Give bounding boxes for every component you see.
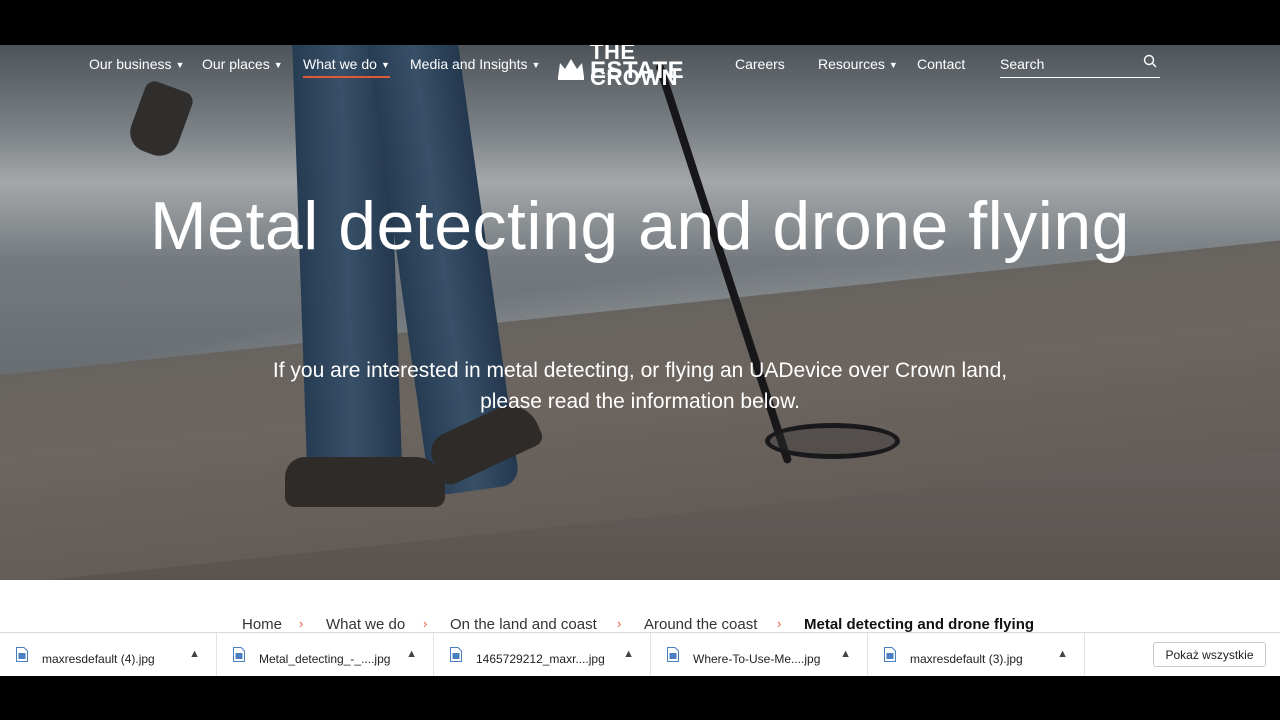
breadcrumb-separator-icon: › bbox=[617, 616, 622, 631]
nav-item-label: Our business bbox=[89, 56, 172, 72]
download-file-name: maxresdefault (3).jpg bbox=[910, 652, 1023, 666]
breadcrumb-current: Metal detecting and drone flying bbox=[804, 616, 1035, 633]
image-file-icon bbox=[884, 647, 896, 662]
nav-item-contact[interactable]: Contact bbox=[917, 55, 965, 73]
breadcrumb-separator-icon: › bbox=[299, 616, 304, 631]
logo-text-line2: ESTATE bbox=[590, 57, 685, 84]
nav-item-what-we-do[interactable]: What we do ▼ bbox=[303, 55, 390, 78]
download-item[interactable]: maxresdefault (4).jpg ▲ bbox=[0, 633, 217, 676]
hero-banner: Our business ▼ Our places ▼ What we do ▼ Me… bbox=[0, 45, 1280, 580]
breadcrumb-separator-icon: › bbox=[777, 616, 782, 631]
chevron-up-icon[interactable]: ▲ bbox=[1057, 648, 1068, 660]
page-intro: If you are interested in metal detecting… bbox=[272, 359, 1008, 413]
chevron-up-icon[interactable]: ▲ bbox=[840, 648, 851, 660]
chevron-down-icon: ▼ bbox=[888, 60, 898, 70]
chevron-up-icon[interactable]: ▲ bbox=[406, 648, 417, 660]
nav-item-label: What we do bbox=[303, 56, 377, 72]
nav-item-label: Our places bbox=[202, 56, 270, 72]
crown-icon bbox=[558, 59, 584, 80]
breadcrumb-separator-icon: › bbox=[423, 616, 428, 631]
page-title: Metal detecting and drone flying bbox=[150, 188, 1130, 264]
nav-item-label: Careers bbox=[735, 56, 785, 72]
nav-item-media-and-insights[interactable]: Media and Insights ▼ bbox=[410, 55, 540, 74]
download-file-name: 1465729212_maxr....jpg bbox=[476, 652, 605, 666]
search-icon[interactable] bbox=[1142, 54, 1158, 70]
nav-item-label: Resources bbox=[818, 56, 885, 72]
nav-item-our-places[interactable]: Our places ▼ bbox=[202, 55, 283, 74]
nav-item-label: Contact bbox=[917, 56, 966, 72]
breadcrumb-item-what-we-do[interactable]: What we do bbox=[326, 616, 405, 633]
chevron-down-icon: ▼ bbox=[531, 60, 541, 70]
download-file-name: maxresdefault (4).jpg bbox=[42, 652, 155, 666]
chevron-up-icon[interactable]: ▲ bbox=[189, 648, 200, 660]
browser-viewport: Our business ▼ Our places ▼ What we do ▼ Me… bbox=[0, 45, 1280, 675]
show-all-downloads-button[interactable]: Pokaż wszystkie bbox=[1153, 642, 1266, 667]
search-input[interactable] bbox=[1000, 53, 1130, 75]
hero-overlay bbox=[0, 45, 1280, 580]
download-item[interactable]: 1465729212_maxr....jpg ▲ bbox=[434, 633, 651, 676]
download-item[interactable]: Metal_detecting_-_....jpg ▲ bbox=[217, 633, 434, 676]
breadcrumb-item-on-the-land-and-coast[interactable]: On the land and coast bbox=[450, 616, 597, 633]
nav-item-resources[interactable]: Resources ▼ bbox=[818, 55, 898, 74]
breadcrumb-item-around-the-coast[interactable]: Around the coast bbox=[644, 616, 757, 633]
download-item[interactable]: maxresdefault (3).jpg ▲ bbox=[868, 633, 1085, 676]
main-navigation: Our business ▼ Our places ▼ What we do ▼ Me… bbox=[0, 45, 1280, 90]
search-box bbox=[1000, 53, 1160, 78]
download-file-name: Metal_detecting_-_....jpg bbox=[259, 652, 391, 666]
image-file-icon bbox=[233, 647, 245, 662]
image-file-icon bbox=[16, 647, 28, 662]
chevron-up-icon[interactable]: ▲ bbox=[623, 648, 634, 660]
chevron-down-icon: ▼ bbox=[273, 60, 283, 70]
image-file-icon bbox=[667, 647, 679, 662]
download-item[interactable]: Where-To-Use-Me....jpg ▲ bbox=[651, 633, 868, 676]
chevron-down-icon: ▼ bbox=[380, 60, 390, 70]
nav-item-label: Media and Insights bbox=[410, 56, 528, 72]
breadcrumb-item-home[interactable]: Home bbox=[242, 616, 282, 633]
download-bar: maxresdefault (4).jpg ▲ Metal_detecting_… bbox=[0, 632, 1280, 676]
image-file-icon bbox=[450, 647, 462, 662]
crown-estate-logo[interactable]: THE CROWN ESTATE bbox=[556, 45, 701, 90]
download-file-name: Where-To-Use-Me....jpg bbox=[693, 652, 821, 666]
nav-item-our-business[interactable]: Our business ▼ bbox=[89, 55, 184, 74]
nav-item-careers[interactable]: Careers bbox=[735, 55, 785, 73]
chevron-down-icon: ▼ bbox=[175, 60, 185, 70]
